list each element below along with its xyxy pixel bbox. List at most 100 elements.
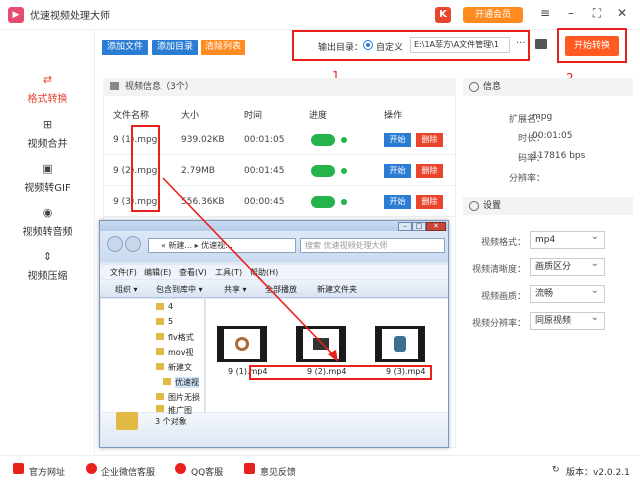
output-resolution-select[interactable]: 同原视频 xyxy=(530,310,605,330)
folder-icon[interactable] xyxy=(535,39,547,49)
sidebar-item-label: 视频转GIF xyxy=(24,183,71,194)
website-icon xyxy=(13,463,24,474)
cmd-include-library[interactable]: 包含到库中 ▾ xyxy=(156,284,203,295)
explorer-minimize-icon[interactable]: – xyxy=(398,222,412,231)
video-thumbnail[interactable] xyxy=(217,326,267,362)
app-title: 优速视频处理大师 xyxy=(30,11,110,22)
start-button[interactable]: 开始 xyxy=(384,133,411,147)
feedback-icon xyxy=(244,463,255,474)
qq-icon xyxy=(175,463,186,474)
col-name: 文件名称 xyxy=(113,111,150,121)
cmd-share[interactable]: 共享 ▾ xyxy=(224,284,247,295)
custom-radio[interactable] xyxy=(363,40,373,50)
ext-value: mpg xyxy=(532,112,553,122)
refresh-icon[interactable]: ↻ xyxy=(552,465,560,475)
website-link[interactable]: 官方网址 xyxy=(29,465,65,478)
sidebar-item-format[interactable]: ⇄ 格式转换 xyxy=(0,73,95,105)
forward-icon[interactable] xyxy=(125,236,141,252)
folder-icon xyxy=(156,318,164,325)
sidebar-item-label: 视频压缩 xyxy=(27,271,68,282)
start-button[interactable]: 开始 xyxy=(384,164,411,178)
explorer-titlebar xyxy=(100,221,448,231)
object-count: 3 个对象 xyxy=(155,417,187,426)
tree-item[interactable]: 4 xyxy=(168,302,173,311)
menu-help[interactable]: 帮助(H) xyxy=(250,267,278,278)
progress-bar xyxy=(311,165,335,177)
col-time: 时间 xyxy=(244,111,263,121)
menu-tools[interactable]: 工具(T) xyxy=(215,267,242,278)
resolution-label: 分辨率： xyxy=(508,174,545,184)
back-icon[interactable] xyxy=(107,236,123,252)
settings-title: 设置 xyxy=(463,197,633,215)
menu-edit[interactable]: 编辑(E) xyxy=(144,267,171,278)
qq-link[interactable]: QQ客服 xyxy=(191,465,223,478)
delete-button[interactable]: 删除 xyxy=(416,164,443,178)
clarity-select[interactable]: 画质区分 xyxy=(530,256,605,276)
format-select[interactable]: mp4 xyxy=(530,229,605,249)
minimize-icon[interactable]: – xyxy=(562,6,580,20)
folder-large-icon xyxy=(116,412,138,430)
start-convert-button[interactable]: 开始转换 xyxy=(565,36,619,56)
wechat-link[interactable]: 企业微信客服 xyxy=(101,465,155,478)
clear-list-button[interactable]: 清除列表 xyxy=(201,40,245,55)
tree-item[interactable]: mov视 xyxy=(168,347,193,358)
progress-bar xyxy=(311,196,335,208)
delete-button[interactable]: 删除 xyxy=(416,133,443,147)
feedback-link[interactable]: 意见反馈 xyxy=(260,465,296,478)
gear-icon xyxy=(469,201,479,211)
sidebar-item-compress[interactable]: ⇕ 视频压缩 xyxy=(0,250,95,282)
sidebar-item-audio[interactable]: ◉ 视频转音频 xyxy=(0,206,95,238)
output-dir-label: 输出目录： xyxy=(318,43,364,53)
duration-value: 00:01:05 xyxy=(532,131,573,141)
more-icon[interactable]: ··· xyxy=(516,38,526,49)
status-dot xyxy=(341,199,347,205)
tree-item[interactable]: 新建文 xyxy=(168,362,192,373)
gif-icon: ▣ xyxy=(42,162,53,175)
mp4-highlight-box xyxy=(249,365,432,380)
menu-file[interactable]: 文件(F) xyxy=(110,267,137,278)
ext-highlight-box xyxy=(131,125,160,212)
custom-radio-label: 自定义 xyxy=(376,43,404,53)
file-time: 00:01:05 xyxy=(244,135,285,145)
sidebar-item-label: 视频转音频 xyxy=(22,227,73,238)
folder-icon xyxy=(156,333,164,340)
menu-icon[interactable]: ≡ xyxy=(536,6,554,20)
cmd-organize[interactable]: 组织 ▾ xyxy=(115,284,138,295)
delete-button[interactable]: 删除 xyxy=(416,195,443,209)
video-thumbnail[interactable] xyxy=(375,326,425,362)
output-path-input[interactable]: E:\1A菲方\A文件管理\1 xyxy=(410,37,510,53)
tree-item[interactable]: 图片无损 xyxy=(168,392,200,403)
folder-icon xyxy=(156,303,164,310)
vip-k-icon[interactable]: K xyxy=(435,7,451,23)
folder-icon xyxy=(156,348,164,355)
explorer-close-icon[interactable]: ✕ xyxy=(426,222,446,231)
explorer-maximize-icon[interactable]: □ xyxy=(412,222,426,231)
maximize-icon[interactable]: ⛶ xyxy=(588,6,606,21)
add-dir-button[interactable]: 添加目录 xyxy=(152,40,198,55)
start-button[interactable]: 开始 xyxy=(384,195,411,209)
explorer-statusbar xyxy=(101,413,448,447)
status-dot xyxy=(341,137,347,143)
output-resolution-label: 视频分辨率： xyxy=(471,319,526,329)
col-action: 操作 xyxy=(384,111,403,121)
tree-item[interactable]: 5 xyxy=(168,317,173,326)
tree-item[interactable]: flv格式 xyxy=(168,332,194,343)
sidebar-item-gif[interactable]: ▣ 视频转GIF xyxy=(0,162,95,194)
menu-view[interactable]: 查看(V) xyxy=(179,267,207,278)
file-size: 556.36KB xyxy=(181,197,225,207)
sidebar-item-merge[interactable]: ⊞ 视频合并 xyxy=(0,118,95,150)
vip-button[interactable]: 开通会员 xyxy=(463,7,523,23)
explorer-search[interactable]: 搜索 优速视频处理大师 xyxy=(300,238,445,253)
sidebar-item-label: 视频合并 xyxy=(27,139,68,150)
quality-select[interactable]: 流畅 xyxy=(530,283,605,303)
video-thumbnail[interactable] xyxy=(296,326,346,362)
cmd-play-all[interactable]: 全部播放 xyxy=(265,284,297,295)
address-bar[interactable]: « 新建... ▸ 优速视... xyxy=(148,238,296,253)
tree-item[interactable]: 推广图 xyxy=(168,405,192,416)
add-file-button[interactable]: 添加文件 xyxy=(102,40,148,55)
cmd-new-folder[interactable]: 新建文件夹 xyxy=(317,284,357,295)
close-icon[interactable]: ✕ xyxy=(613,6,631,20)
folder-icon xyxy=(156,363,164,370)
tree-item-selected[interactable]: 优速视 xyxy=(175,377,199,388)
format-label: 视频格式： xyxy=(480,238,526,248)
